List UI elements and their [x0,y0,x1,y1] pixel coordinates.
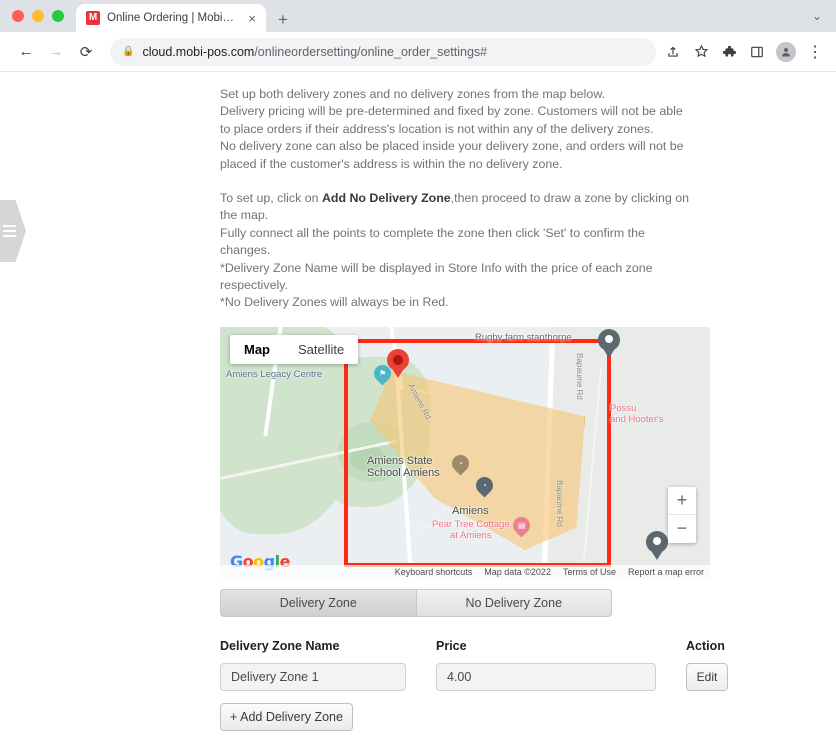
window-controls [10,0,76,32]
share-icon[interactable] [664,43,682,61]
zoom-out-button[interactable]: − [668,515,696,543]
pin-head [646,530,668,553]
column-header-action: Action [686,638,725,653]
map-label-bapaume-rd-2: Bapaume Rd [554,480,564,527]
howto-line-1: To set up, click on Add No Delivery Zone… [220,190,690,225]
howto-line-2: Fully connect all the points to complete… [220,225,645,258]
map-type-map-button[interactable]: Map [230,335,284,364]
zone-price-input[interactable]: 4.00 [436,662,656,691]
pin-head [387,348,409,371]
school-icon: ◔ [447,451,473,476]
keyboard-shortcuts-link[interactable]: Keyboard shortcuts [395,567,473,577]
hamburger-icon [3,225,16,237]
howto-bold-term: Add No Delivery Zone [321,191,451,206]
tab-delivery-zone[interactable]: Delivery Zone [220,588,416,617]
map-marker-pin[interactable] [387,348,409,379]
map-zoom-controls: + − [668,486,696,543]
poi-icon: ◔ [471,473,497,498]
edit-zone-button[interactable]: Edit [686,662,728,691]
close-window-button[interactable] [12,10,24,22]
forward-icon[interactable]: → [42,38,70,66]
map-label-amiens: Amiens [452,504,489,517]
browser-menu-icon[interactable]: ⋮ [806,43,824,61]
profile-avatar[interactable] [776,41,796,62]
favicon-icon: M [86,11,100,25]
lodging-icon: ▤ [508,513,534,538]
terms-of-use-link[interactable]: Terms of Use [563,567,616,577]
tab-strip: M Online Ordering | MobiPOS × + ⌄ [0,0,836,32]
minimize-window-button[interactable] [32,10,44,22]
map-label-bapaume-rd: Bapaume Rd [574,353,584,400]
map-footer: Keyboard shortcuts Map data ©2022 Terms … [220,564,710,579]
intro-line-1: Set up both delivery zones and no delive… [220,87,606,101]
pin-head [598,328,620,351]
zone-type-tabs: Delivery Zone No Delivery Zone [220,588,612,617]
map-type-satellite-button[interactable]: Satellite [284,335,358,364]
howto-prefix: To set up, click on [220,191,322,206]
map-marker-pin-grey[interactable] [598,328,620,359]
intro-line-3: No delivery zone can also be placed insi… [220,139,684,171]
tab-title: Online Ordering | MobiPOS [107,12,240,24]
new-tab-button[interactable]: + [278,11,288,28]
map-label-possum: Possu and Hooter's [610,402,664,425]
maximize-window-button[interactable] [52,10,64,22]
browser-window: M Online Ordering | MobiPOS × + ⌄ ← → ⟳ … [0,0,836,738]
map-label-legacy-centre: Amiens Legacy Centre [226,368,323,380]
lock-icon: 🔒 [122,46,135,57]
howto-line-4: *No Delivery Zones will always be in Red… [220,295,449,310]
url-host: cloud.mobi-pos.com [142,44,255,59]
bookmark-star-icon[interactable] [692,43,710,61]
browser-toolbar: ← → ⟳ 🔒 cloud.mobi-pos.com/onlineorderse… [0,32,836,72]
poi-marker-school[interactable]: ◔ [447,451,473,476]
map-label-state-school: Amiens State School Amiens [367,454,440,479]
url-text: cloud.mobi-pos.com/onlineordersetting/on… [142,45,487,59]
extensions-puzzle-icon[interactable] [720,43,738,61]
tab-no-delivery-zone[interactable]: No Delivery Zone [415,588,612,617]
page-content: Set up both delivery zones and no delive… [0,72,836,738]
close-tab-icon[interactable]: × [246,12,258,25]
map-label-rugby-farm: Rugby farm stanthorpe [475,331,572,343]
browser-tab[interactable]: M Online Ordering | MobiPOS × [76,4,266,32]
chevron-down-icon[interactable]: ⌄ [812,9,822,23]
poi-marker-cottage[interactable]: ▤ [508,513,534,538]
url-path: /onlineordersetting/online_order_setting… [254,44,488,59]
toolbar-icons: ⋮ [664,41,824,62]
back-icon[interactable]: ← [12,38,40,66]
add-delivery-zone-button[interactable]: + Add Delivery Zone [220,702,353,731]
intro-line-2: Delivery pricing will be pre-determined … [220,104,683,136]
intro-text: Set up both delivery zones and no delive… [220,86,690,173]
settings-content: Set up both delivery zones and no delive… [0,72,836,731]
column-header-name: Delivery Zone Name [220,638,340,653]
howto-line-3: *Delivery Zone Name will be displayed in… [220,260,653,293]
reload-icon[interactable]: ⟳ [72,38,100,66]
zone-name-input[interactable]: Delivery Zone 1 [220,662,406,691]
address-bar[interactable]: 🔒 cloud.mobi-pos.com/onlineordersetting/… [110,37,656,66]
map-marker-pin-grey[interactable] [646,530,668,561]
delivery-zone-map[interactable]: Map Satellite ⚑ ◔ ◔ ▤ Amiens Legacy Cent… [220,326,710,579]
report-map-error-link[interactable]: Report a map error [628,567,704,577]
zoom-in-button[interactable]: + [668,487,696,515]
howto-text: To set up, click on Add No Delivery Zone… [220,190,690,312]
poi-marker-school-2[interactable]: ◔ [471,473,497,498]
delivery-zone-table: Delivery Zone Name Price Action Delivery… [220,638,728,731]
map-label-pear-tree: Pear Tree Cottage at Amiens [432,518,510,541]
map-data-text: Map data ©2022 [484,566,551,577]
map-type-control: Map Satellite [230,334,359,364]
column-header-price: Price [436,638,467,653]
side-panel-icon[interactable] [748,43,766,61]
